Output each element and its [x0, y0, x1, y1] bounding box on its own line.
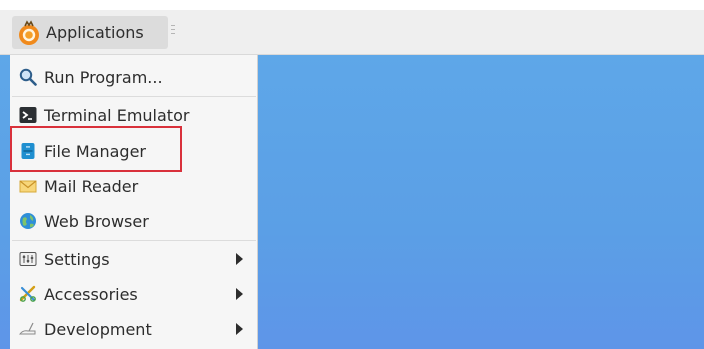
applications-menu: Run Program... Terminal Emulator File Ma…: [10, 55, 258, 349]
applications-label: Applications: [46, 23, 144, 42]
accessories-icon: [19, 285, 37, 303]
panel-drag-handle[interactable]: [171, 25, 175, 39]
file-manager-icon: [19, 142, 37, 160]
settings-icon: [19, 250, 37, 268]
menu-item-accessories[interactable]: Accessories: [10, 277, 258, 311]
menu-separator: [12, 96, 256, 97]
menu-item-file-manager[interactable]: File Manager: [10, 134, 258, 168]
development-icon: [19, 320, 37, 338]
menu-item-settings[interactable]: Settings: [10, 242, 258, 276]
menu-item-run-program[interactable]: Run Program...: [10, 60, 258, 94]
globe-icon: [19, 212, 37, 230]
menu-item-web-browser[interactable]: Web Browser: [10, 204, 258, 238]
xfce-logo-icon: [16, 19, 42, 46]
terminal-icon: [19, 106, 37, 124]
menu-item-mail-reader[interactable]: Mail Reader: [10, 169, 258, 203]
submenu-arrow-icon: [236, 253, 243, 265]
screen: Applications Run Program... Terminal Emu…: [0, 0, 704, 349]
menu-item-label: Development: [44, 319, 152, 339]
menu-item-development[interactable]: Development: [10, 312, 258, 346]
search-icon: [19, 68, 37, 86]
menu-item-terminal-emulator[interactable]: Terminal Emulator: [10, 98, 258, 132]
top-panel: Applications: [0, 10, 704, 55]
menu-item-label: Terminal Emulator: [44, 105, 190, 125]
menu-item-label: File Manager: [44, 141, 146, 161]
applications-menu-button[interactable]: Applications: [12, 16, 168, 49]
mail-icon: [19, 177, 37, 195]
menu-item-label: Mail Reader: [44, 176, 139, 196]
menu-item-label: Settings: [44, 249, 110, 269]
menu-separator: [12, 240, 256, 241]
submenu-arrow-icon: [236, 288, 243, 300]
menu-item-label: Accessories: [44, 284, 138, 304]
menu-item-label: Run Program...: [44, 67, 163, 87]
menu-item-label: Web Browser: [44, 211, 149, 231]
submenu-arrow-icon: [236, 323, 243, 335]
